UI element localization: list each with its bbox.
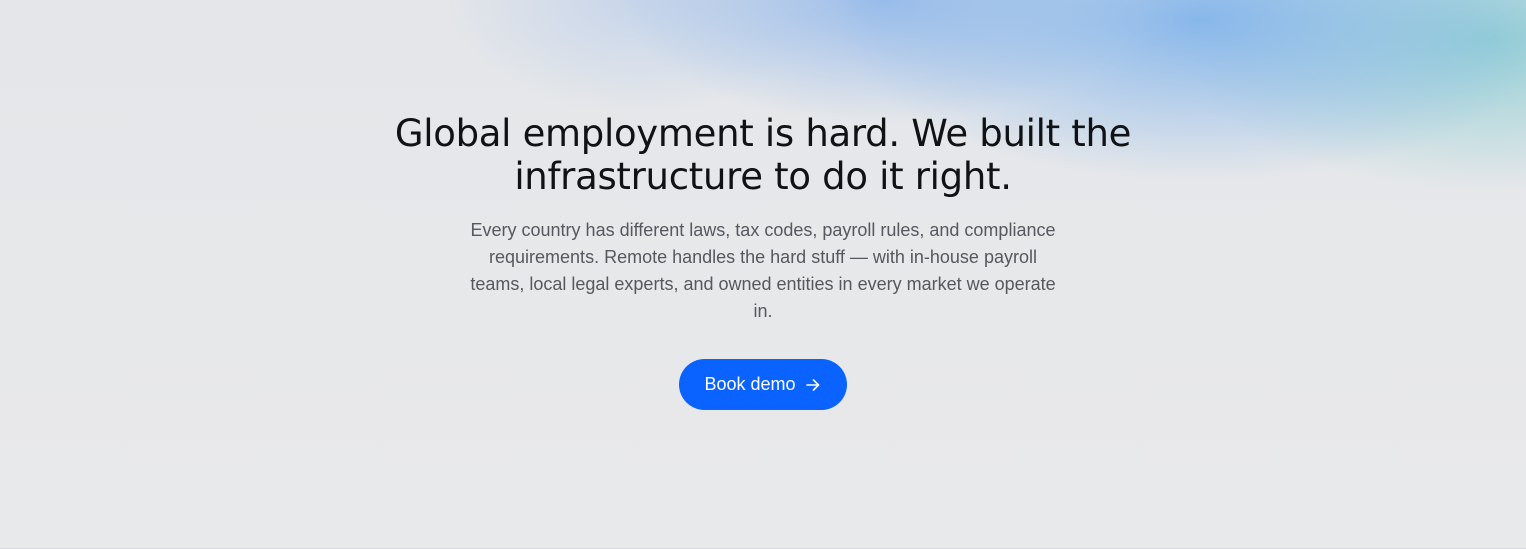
hero-headline: Global employment is hard. We built the … [394,112,1132,198]
book-demo-label: Book demo [704,374,796,394]
book-demo-button[interactable]: Book demo [679,359,847,410]
arrow-right-icon [805,377,821,393]
hero-section: Global employment is hard. We built the … [0,0,1526,549]
hero-subtext: Every country has different laws, tax co… [470,220,1056,321]
